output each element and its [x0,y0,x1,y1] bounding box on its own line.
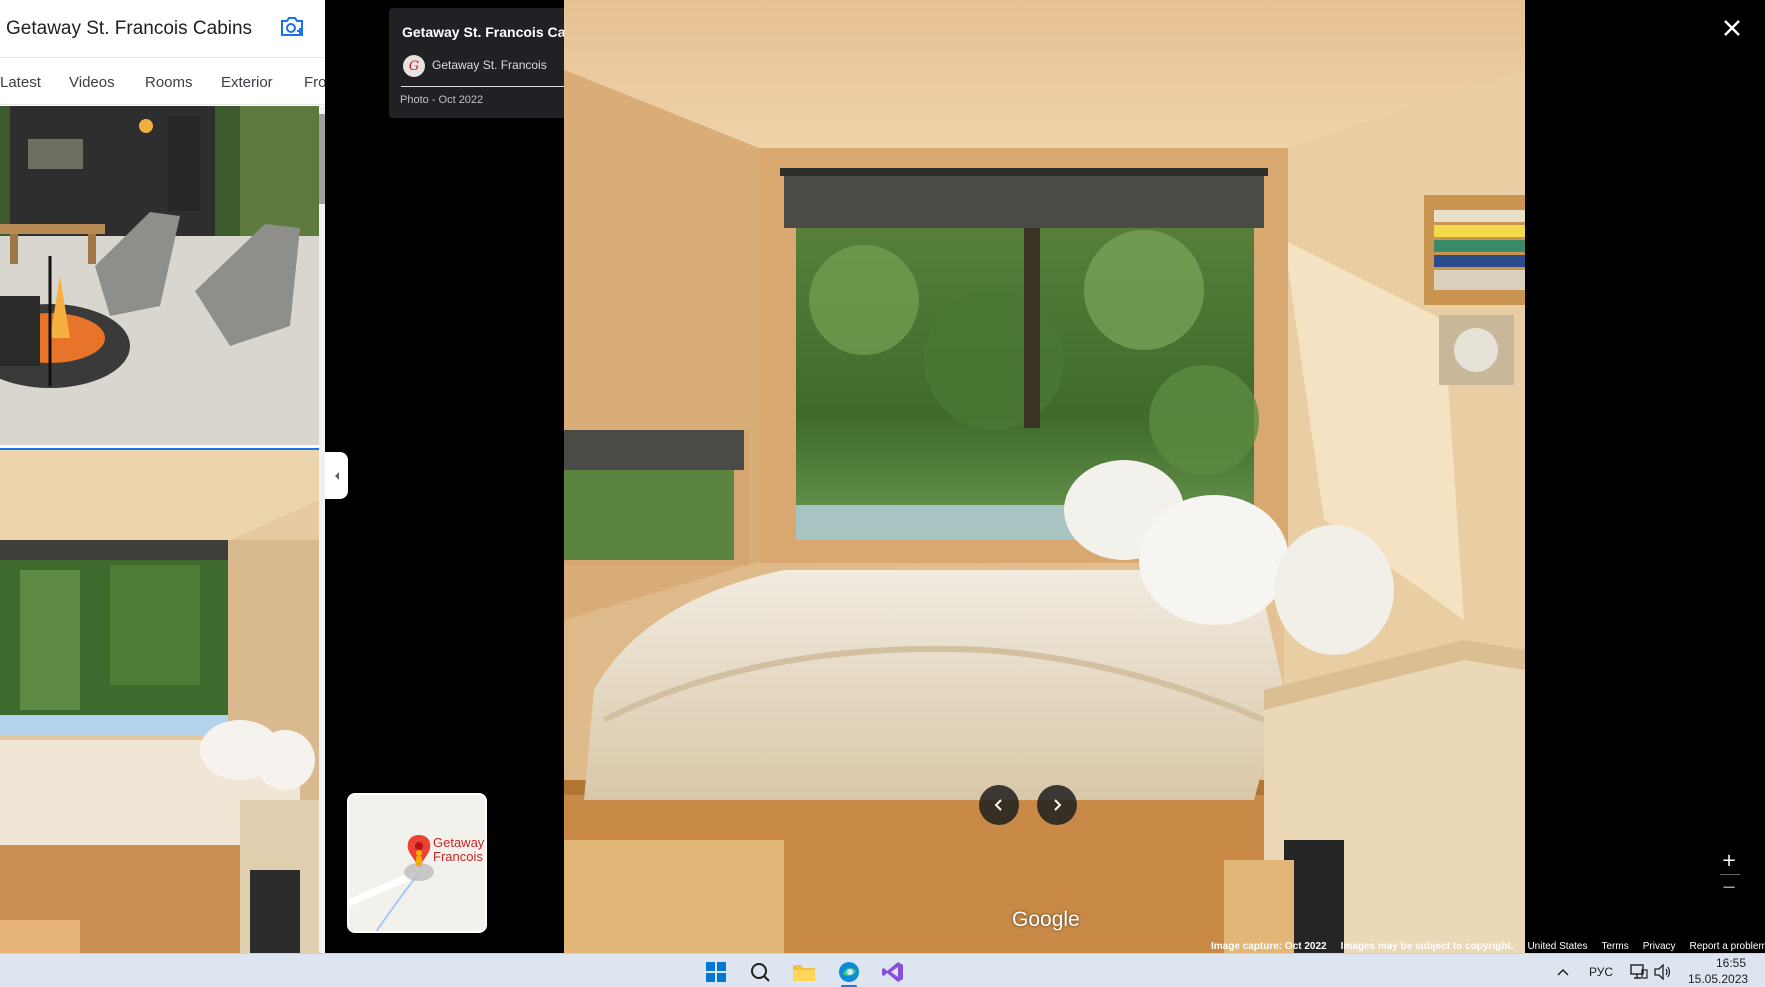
start-button[interactable] [701,958,731,986]
windows-taskbar: РУС 16:55 15.05.2023 [0,953,1765,987]
region-link[interactable]: United States [1520,941,1594,953]
tab-front[interactable]: Fro [304,58,325,106]
clock-time[interactable]: 16:55 [1716,956,1746,970]
photo-author[interactable]: Getaway St. Francois [432,58,547,72]
info-card-divider [401,86,579,87]
image-capture-date: Image capture: Oct 2022 [1211,941,1327,952]
minimap-label-line1: Getaway [433,835,485,850]
copyright-notice: Images may be subject to copyright. [1340,941,1514,952]
next-photo-button[interactable] [1037,785,1077,825]
location-minimap[interactable]: Getaway Francois [347,793,487,933]
map-footer: Image capture: Oct 2022 Images may be su… [1204,941,1765,953]
camera-plus-icon[interactable] [279,14,305,38]
close-button[interactable] [1717,13,1747,43]
photo-thumbnail-campfire[interactable] [0,106,319,445]
minimap-canvas [349,795,485,931]
show-hidden-icons-button[interactable] [1548,958,1578,986]
collapse-arrow-icon [334,471,339,480]
chevron-up-icon [1557,968,1569,976]
minimap-label-line2: Francois [433,849,483,864]
tab-rooms[interactable]: Rooms [145,58,193,106]
gallery-scrollbar-thumb[interactable] [319,114,325,204]
visual-studio-icon [882,962,903,982]
volume-button[interactable] [1648,958,1678,986]
search-icon [751,963,770,982]
file-explorer-icon [793,965,815,981]
chevron-left-icon [994,799,1002,811]
previous-photo-button[interactable] [979,785,1019,825]
zoom-in-label: + [1721,849,1737,871]
collapse-panel-button[interactable] [325,452,348,499]
gallery-scrollbar[interactable] [319,106,325,953]
google-logo: Google [1012,908,1080,931]
avatar[interactable]: G [403,55,425,77]
close-icon [1724,20,1740,36]
zoom-in-button[interactable]: + [1718,849,1740,871]
place-title: Getaway St. Francois Cabins [6,17,253,39]
photo-date: Photo - Oct 2022 [400,94,484,106]
zoom-divider [1720,874,1740,875]
windows-start-icon [706,962,726,982]
chevron-right-icon [1054,799,1062,811]
panel-header: Getaway St. Francois Cabins [0,0,325,57]
visual-studio-button[interactable] [878,958,908,986]
clock-date[interactable]: 15.05.2023 [1688,972,1748,986]
network-icon [1630,964,1648,979]
photo-gallery-panel: Getaway St. Francois Cabins Latest Video… [0,0,325,953]
volume-icon [1654,964,1671,980]
tab-latest[interactable]: Latest [0,58,41,106]
terms-link[interactable]: Terms [1594,941,1635,953]
edge-browser-button[interactable] [834,958,864,986]
minimap-place-label: Getaway Francois [433,836,484,864]
photo-category-tabs: Latest Videos Rooms Exterior Fro [0,57,325,105]
input-language[interactable]: РУС [1589,965,1613,979]
zoom-out-label: − [1721,876,1737,898]
tab-exterior[interactable]: Exterior [221,58,273,106]
tab-videos[interactable]: Videos [69,58,115,106]
taskbar-search-button[interactable] [745,958,775,986]
edge-icon [839,962,859,982]
file-explorer-button[interactable] [789,958,819,986]
zoom-out-button[interactable]: − [1718,876,1740,898]
photo-thumbnail-bedroom[interactable] [0,448,319,953]
privacy-link[interactable]: Privacy [1636,941,1683,953]
pegman-icon [416,850,422,866]
report-problem-link[interactable]: Report a problem [1683,941,1765,953]
